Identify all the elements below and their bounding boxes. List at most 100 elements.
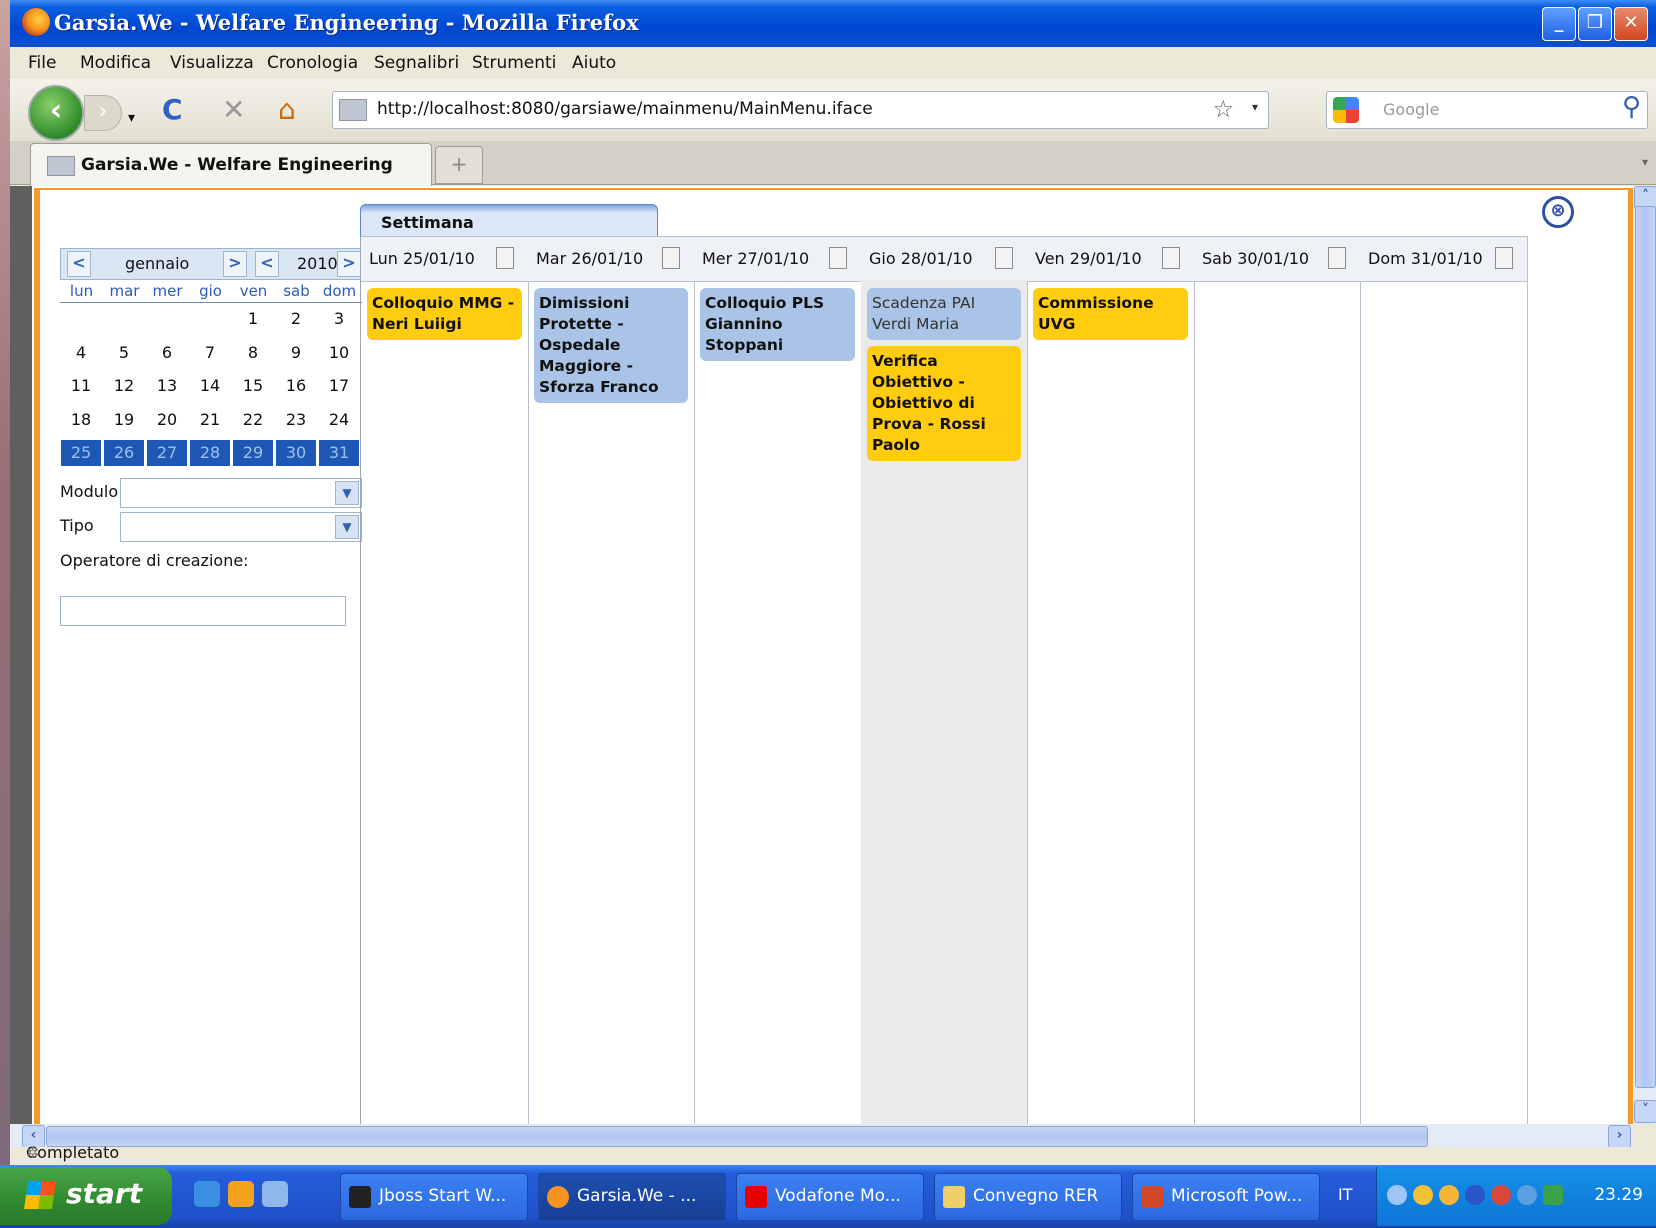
clock-quicklaunch-icon[interactable] — [228, 1181, 254, 1207]
calendar-day[interactable]: 7 — [190, 338, 230, 368]
task-powerpoint[interactable]: Microsoft Pow... — [1132, 1173, 1320, 1221]
ie-quicklaunch-icon[interactable] — [194, 1181, 220, 1207]
calendar-event[interactable]: Colloquio PLS Giannino Stoppani — [700, 288, 855, 361]
calendar-event[interactable]: Colloquio MMG - Neri Luiigi — [367, 288, 522, 340]
start-button[interactable]: start — [0, 1167, 172, 1225]
tray-security-icon[interactable] — [1413, 1185, 1433, 1205]
task-vodafone[interactable]: Vodafone Mo... — [736, 1173, 924, 1221]
calendar-day[interactable]: 21 — [190, 405, 230, 435]
calendar-day[interactable]: 19 — [104, 405, 144, 435]
tray-app-icon[interactable] — [1491, 1185, 1511, 1205]
tray-lan-icon[interactable] — [1543, 1185, 1563, 1205]
tray-bluetooth-icon[interactable] — [1465, 1185, 1485, 1205]
day-header[interactable]: Mar 26/01/10 — [528, 236, 695, 282]
calendar-day[interactable]: 6 — [147, 338, 187, 368]
calendar-day[interactable]: 25 — [61, 440, 101, 466]
day-header[interactable]: Mer 27/01/10 — [694, 236, 862, 282]
menu-aiuto[interactable]: Aiuto — [572, 53, 616, 73]
calendar-event[interactable]: Commissione UVG — [1033, 288, 1188, 340]
close-agenda-icon[interactable]: ⊗ — [1542, 196, 1574, 228]
tray-arrow-icon[interactable] — [1387, 1185, 1407, 1205]
calendar-day[interactable]: 27 — [147, 440, 187, 466]
day-column[interactable] — [1194, 280, 1361, 1124]
menu-cronologia[interactable]: Cronologia — [267, 53, 358, 73]
tipo-select[interactable]: ▼ — [120, 512, 362, 542]
day-detail-icon[interactable] — [662, 247, 680, 269]
url-text[interactable]: http://localhost:8080/garsiawe/mainmenu/… — [377, 99, 873, 119]
calendar-day[interactable]: 3 — [319, 304, 359, 334]
minimize-button[interactable]: _ — [1542, 7, 1576, 41]
maximize-button[interactable]: ❐ — [1578, 7, 1612, 41]
calendar-day[interactable]: 15 — [233, 371, 273, 401]
day-column[interactable]: Commissione UVG — [1027, 280, 1195, 1124]
close-window-button[interactable]: ✕ — [1614, 7, 1648, 41]
prev-year-button[interactable]: < — [255, 251, 279, 277]
day-header[interactable]: Gio 28/01/10 — [861, 236, 1028, 282]
tray-star-icon[interactable] — [1439, 1185, 1459, 1205]
vertical-scrollbar[interactable]: ˄ ˅ — [1633, 186, 1656, 1124]
calendar-day[interactable]: 11 — [61, 371, 101, 401]
tab-settimana[interactable]: Settimana — [360, 204, 658, 237]
day-column[interactable]: Colloquio PLS Giannino Stoppani — [694, 280, 862, 1124]
operatore-input[interactable] — [60, 596, 346, 626]
day-header[interactable]: Ven 29/01/10 — [1027, 236, 1195, 282]
calendar-day[interactable]: 5 — [104, 338, 144, 368]
calendar-day[interactable]: 1 — [233, 304, 273, 334]
tab-garsia[interactable]: Garsia.We - Welfare Engineering — [30, 143, 432, 186]
calendar-day[interactable]: 29 — [233, 440, 273, 466]
google-engine-icon[interactable] — [1333, 97, 1359, 123]
calendar-day[interactable]: 23 — [276, 405, 316, 435]
calendar-day[interactable]: 16 — [276, 371, 316, 401]
calendar-day[interactable]: 8 — [233, 338, 273, 368]
modulo-dropdown-icon[interactable]: ▼ — [335, 481, 359, 505]
calendar-day[interactable]: 18 — [61, 405, 101, 435]
day-header[interactable]: Lun 25/01/10 — [361, 236, 529, 282]
calendar-day[interactable]: 17 — [319, 371, 359, 401]
calendar-day[interactable]: 31 — [319, 440, 359, 466]
bookmark-star-icon[interactable]: ☆ — [1212, 95, 1234, 123]
tipo-dropdown-icon[interactable]: ▼ — [335, 515, 359, 539]
back-button[interactable]: ‹ — [28, 85, 84, 141]
calendar-day[interactable]: 2 — [276, 304, 316, 334]
vertical-scroll-thumb[interactable] — [1635, 206, 1656, 1088]
calendar-day[interactable]: 20 — [147, 405, 187, 435]
calendar-day[interactable]: 22 — [233, 405, 273, 435]
history-dropdown-icon[interactable]: ▾ — [128, 101, 135, 135]
task-jboss[interactable]: Jboss Start W... — [340, 1173, 528, 1221]
calendar-day[interactable]: 26 — [104, 440, 144, 466]
new-tab-button[interactable]: + — [435, 146, 483, 184]
day-column[interactable]: Colloquio MMG - Neri Luiigi — [361, 280, 529, 1124]
reload-icon[interactable]: C — [162, 93, 183, 127]
tab-list-icon[interactable]: ▾ — [1642, 155, 1648, 169]
menu-file[interactable]: File — [28, 53, 56, 73]
calendar-day[interactable]: 13 — [147, 371, 187, 401]
menu-modifica[interactable]: Modifica — [80, 53, 151, 73]
calendar-day[interactable]: 24 — [319, 405, 359, 435]
day-detail-icon[interactable] — [1328, 247, 1346, 269]
language-indicator[interactable]: IT — [1338, 1185, 1353, 1204]
day-column[interactable]: Scadenza PAI Verdi Maria Verifica Obietti… — [861, 280, 1028, 1124]
calendar-day[interactable]: 4 — [61, 338, 101, 368]
resize-grip-icon[interactable]: ✲ — [26, 1143, 1648, 1162]
calendar-event[interactable]: Dimissioni Protette - Ospedale Maggiore … — [534, 288, 688, 403]
task-convegno[interactable]: Convegno RER — [934, 1173, 1122, 1221]
day-header[interactable]: Dom 31/01/10 — [1360, 236, 1528, 282]
calendar-day[interactable]: 30 — [276, 440, 316, 466]
calendar-day[interactable]: 14 — [190, 371, 230, 401]
search-icon[interactable]: ⚲ — [1622, 92, 1641, 122]
scroll-down-icon[interactable]: ˅ — [1634, 1100, 1656, 1123]
menu-strumenti[interactable]: Strumenti — [472, 53, 556, 73]
home-icon[interactable]: ⌂ — [278, 93, 296, 127]
day-detail-icon[interactable] — [995, 247, 1013, 269]
modulo-select[interactable]: ▼ — [120, 478, 362, 508]
calendar-day[interactable]: 10 — [319, 338, 359, 368]
browser-quicklaunch-icon[interactable] — [262, 1181, 288, 1207]
calendar-event[interactable]: Verifica Obiettivo - Obiettivo di Prova … — [867, 346, 1021, 461]
prev-month-button[interactable]: < — [67, 251, 91, 277]
next-month-button[interactable]: > — [223, 251, 247, 277]
task-garsia[interactable]: Garsia.We - ... — [538, 1173, 726, 1221]
day-column[interactable] — [1360, 280, 1528, 1124]
next-year-button[interactable]: > — [337, 251, 361, 277]
tray-network-icon[interactable] — [1517, 1185, 1537, 1205]
menu-visualizza[interactable]: Visualizza — [170, 53, 254, 73]
